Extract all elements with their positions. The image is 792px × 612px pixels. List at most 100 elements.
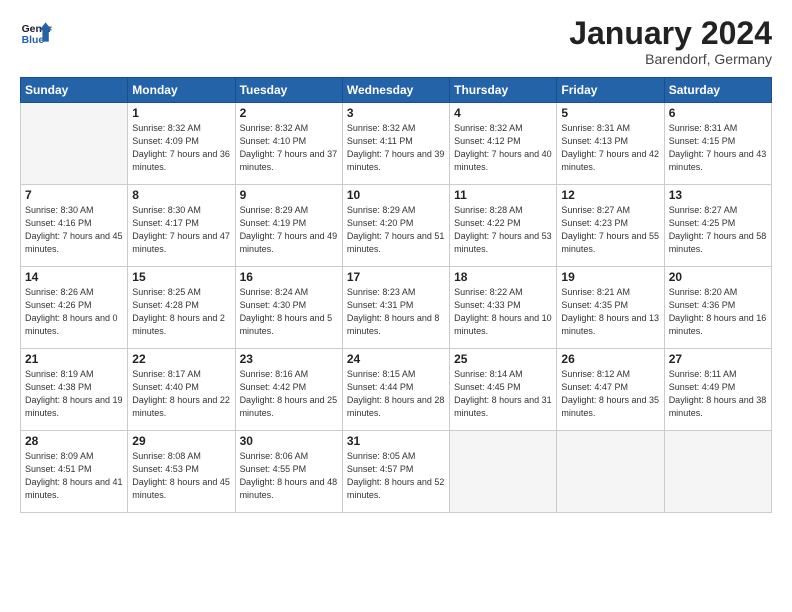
weekday-wednesday: Wednesday [342, 78, 449, 103]
day-number: 8 [132, 188, 230, 202]
day-info: Sunrise: 8:31 AMSunset: 4:13 PMDaylight:… [561, 122, 659, 174]
day-number: 29 [132, 434, 230, 448]
day-number: 9 [240, 188, 338, 202]
calendar-cell [664, 431, 771, 513]
week-row-5: 28 Sunrise: 8:09 AMSunset: 4:51 PMDayligh… [21, 431, 772, 513]
day-info: Sunrise: 8:20 AMSunset: 4:36 PMDaylight:… [669, 286, 767, 338]
calendar-cell: 31Sunrise: 8:05 AMSunset: 4:57 PMDayligh… [342, 431, 449, 513]
day-number: 30 [240, 434, 338, 448]
svg-text:Blue: Blue [22, 35, 45, 46]
logo: General Blue [20, 16, 52, 48]
calendar-cell: 9Sunrise: 8:29 AMSunset: 4:19 PMDaylight… [235, 185, 342, 267]
day-info: Sunrise: 8:26 AMSunset: 4:26 PMDaylight:… [25, 286, 123, 338]
day-info: Sunrise: 8:30 AMSunset: 4:16 PMDaylight:… [25, 204, 123, 256]
day-info: Sunrise: 8:17 AMSunset: 4:40 PMDaylight:… [132, 368, 230, 420]
day-number: 28 [25, 434, 123, 448]
month-title: January 2024 [569, 16, 772, 51]
day-number: 27 [669, 352, 767, 366]
day-info: Sunrise: 8:23 AMSunset: 4:31 PMDaylight:… [347, 286, 445, 338]
logo-icon: General Blue [20, 16, 52, 48]
day-number: 26 [561, 352, 659, 366]
day-number: 12 [561, 188, 659, 202]
calendar-cell: 27 Sunrise: 8:11 AMSunset: 4:49 PMDayligh… [664, 349, 771, 431]
day-info: Sunrise: 8:09 AMSunset: 4:51 PMDaylight:… [25, 450, 123, 502]
day-number: 23 [240, 352, 338, 366]
calendar-cell: 23 Sunrise: 8:16 AMSunset: 4:42 PMDayligh… [235, 349, 342, 431]
calendar-cell: 28 Sunrise: 8:09 AMSunset: 4:51 PMDayligh… [21, 431, 128, 513]
calendar-cell: 13 Sunrise: 8:27 AMSunset: 4:25 PMDayligh… [664, 185, 771, 267]
calendar-cell: 4 Sunrise: 8:32 AMSunset: 4:12 PMDaylight… [450, 103, 557, 185]
day-info: Sunrise: 8:32 AMSunset: 4:12 PMDaylight:… [454, 122, 552, 174]
day-info: Sunrise: 8:29 AMSunset: 4:20 PMDaylight:… [347, 204, 445, 256]
calendar-page: General Blue January 2024 Barendorf, Ger… [0, 0, 792, 612]
day-number: 24 [347, 352, 445, 366]
calendar-cell: 2Sunrise: 8:32 AMSunset: 4:10 PMDaylight… [235, 103, 342, 185]
week-row-3: 14 Sunrise: 8:26 AMSunset: 4:26 PMDayligh… [21, 267, 772, 349]
day-number: 2 [240, 106, 338, 120]
calendar-cell: 26 Sunrise: 8:12 AMSunset: 4:47 PMDayligh… [557, 349, 664, 431]
calendar-cell: 24 Sunrise: 8:15 AMSunset: 4:44 PMDayligh… [342, 349, 449, 431]
day-number: 10 [347, 188, 445, 202]
day-number: 21 [25, 352, 123, 366]
weekday-sunday: Sunday [21, 78, 128, 103]
week-row-2: 7 Sunrise: 8:30 AMSunset: 4:16 PMDaylight… [21, 185, 772, 267]
day-number: 13 [669, 188, 767, 202]
day-info: Sunrise: 8:25 AMSunset: 4:28 PMDaylight:… [132, 286, 230, 338]
day-info: Sunrise: 8:12 AMSunset: 4:47 PMDaylight:… [561, 368, 659, 420]
calendar-cell: 19Sunrise: 8:21 AMSunset: 4:35 PMDayligh… [557, 267, 664, 349]
calendar-cell [450, 431, 557, 513]
calendar-cell: 3 Sunrise: 8:32 AMSunset: 4:11 PMDaylight… [342, 103, 449, 185]
day-info: Sunrise: 8:11 AMSunset: 4:49 PMDaylight:… [669, 368, 767, 420]
week-row-4: 21 Sunrise: 8:19 AMSunset: 4:38 PMDayligh… [21, 349, 772, 431]
weekday-friday: Friday [557, 78, 664, 103]
calendar-cell: 17 Sunrise: 8:23 AMSunset: 4:31 PMDayligh… [342, 267, 449, 349]
calendar-cell: 8 Sunrise: 8:30 AMSunset: 4:17 PMDaylight… [128, 185, 235, 267]
day-info: Sunrise: 8:19 AMSunset: 4:38 PMDaylight:… [25, 368, 123, 420]
weekday-monday: Monday [128, 78, 235, 103]
day-number: 1 [132, 106, 230, 120]
day-number: 17 [347, 270, 445, 284]
weekday-header-row: SundayMondayTuesdayWednesdayThursdayFrid… [21, 78, 772, 103]
day-info: Sunrise: 8:14 AMSunset: 4:45 PMDaylight:… [454, 368, 552, 420]
day-number: 25 [454, 352, 552, 366]
calendar-cell: 12 Sunrise: 8:27 AMSunset: 4:23 PMDayligh… [557, 185, 664, 267]
day-number: 16 [240, 270, 338, 284]
calendar-cell: 10 Sunrise: 8:29 AMSunset: 4:20 PMDayligh… [342, 185, 449, 267]
title-block: January 2024 Barendorf, Germany [569, 16, 772, 67]
day-info: Sunrise: 8:27 AMSunset: 4:25 PMDaylight:… [669, 204, 767, 256]
header: General Blue January 2024 Barendorf, Ger… [20, 16, 772, 67]
day-number: 20 [669, 270, 767, 284]
calendar-cell: 7 Sunrise: 8:30 AMSunset: 4:16 PMDaylight… [21, 185, 128, 267]
calendar-cell: 22 Sunrise: 8:17 AMSunset: 4:40 PMDayligh… [128, 349, 235, 431]
day-number: 4 [454, 106, 552, 120]
day-info: Sunrise: 8:22 AMSunset: 4:33 PMDaylight:… [454, 286, 552, 338]
day-info: Sunrise: 8:27 AMSunset: 4:23 PMDaylight:… [561, 204, 659, 256]
day-info: Sunrise: 8:06 AMSunset: 4:55 PMDaylight:… [240, 450, 338, 502]
day-info: Sunrise: 8:16 AMSunset: 4:42 PMDaylight:… [240, 368, 338, 420]
day-number: 6 [669, 106, 767, 120]
day-info: Sunrise: 8:30 AMSunset: 4:17 PMDaylight:… [132, 204, 230, 256]
day-info: Sunrise: 8:28 AMSunset: 4:22 PMDaylight:… [454, 204, 552, 256]
day-number: 3 [347, 106, 445, 120]
week-row-1: 1Sunrise: 8:32 AMSunset: 4:09 PMDaylight… [21, 103, 772, 185]
location: Barendorf, Germany [569, 51, 772, 67]
calendar-cell: 30 Sunrise: 8:06 AMSunset: 4:55 PMDayligh… [235, 431, 342, 513]
calendar-cell: 1Sunrise: 8:32 AMSunset: 4:09 PMDaylight… [128, 103, 235, 185]
day-info: Sunrise: 8:15 AMSunset: 4:44 PMDaylight:… [347, 368, 445, 420]
day-info: Sunrise: 8:24 AMSunset: 4:30 PMDaylight:… [240, 286, 338, 338]
calendar-cell: 15Sunrise: 8:25 AMSunset: 4:28 PMDayligh… [128, 267, 235, 349]
weekday-tuesday: Tuesday [235, 78, 342, 103]
day-number: 18 [454, 270, 552, 284]
day-info: Sunrise: 8:32 AMSunset: 4:11 PMDaylight:… [347, 122, 445, 174]
day-number: 11 [454, 188, 552, 202]
calendar-cell: 5 Sunrise: 8:31 AMSunset: 4:13 PMDaylight… [557, 103, 664, 185]
day-info: Sunrise: 8:05 AMSunset: 4:57 PMDaylight:… [347, 450, 445, 502]
calendar-cell [557, 431, 664, 513]
day-number: 14 [25, 270, 123, 284]
calendar-cell: 20 Sunrise: 8:20 AMSunset: 4:36 PMDayligh… [664, 267, 771, 349]
calendar-cell: 16 Sunrise: 8:24 AMSunset: 4:30 PMDayligh… [235, 267, 342, 349]
day-number: 7 [25, 188, 123, 202]
day-info: Sunrise: 8:21 AMSunset: 4:35 PMDaylight:… [561, 286, 659, 338]
day-number: 22 [132, 352, 230, 366]
day-number: 5 [561, 106, 659, 120]
